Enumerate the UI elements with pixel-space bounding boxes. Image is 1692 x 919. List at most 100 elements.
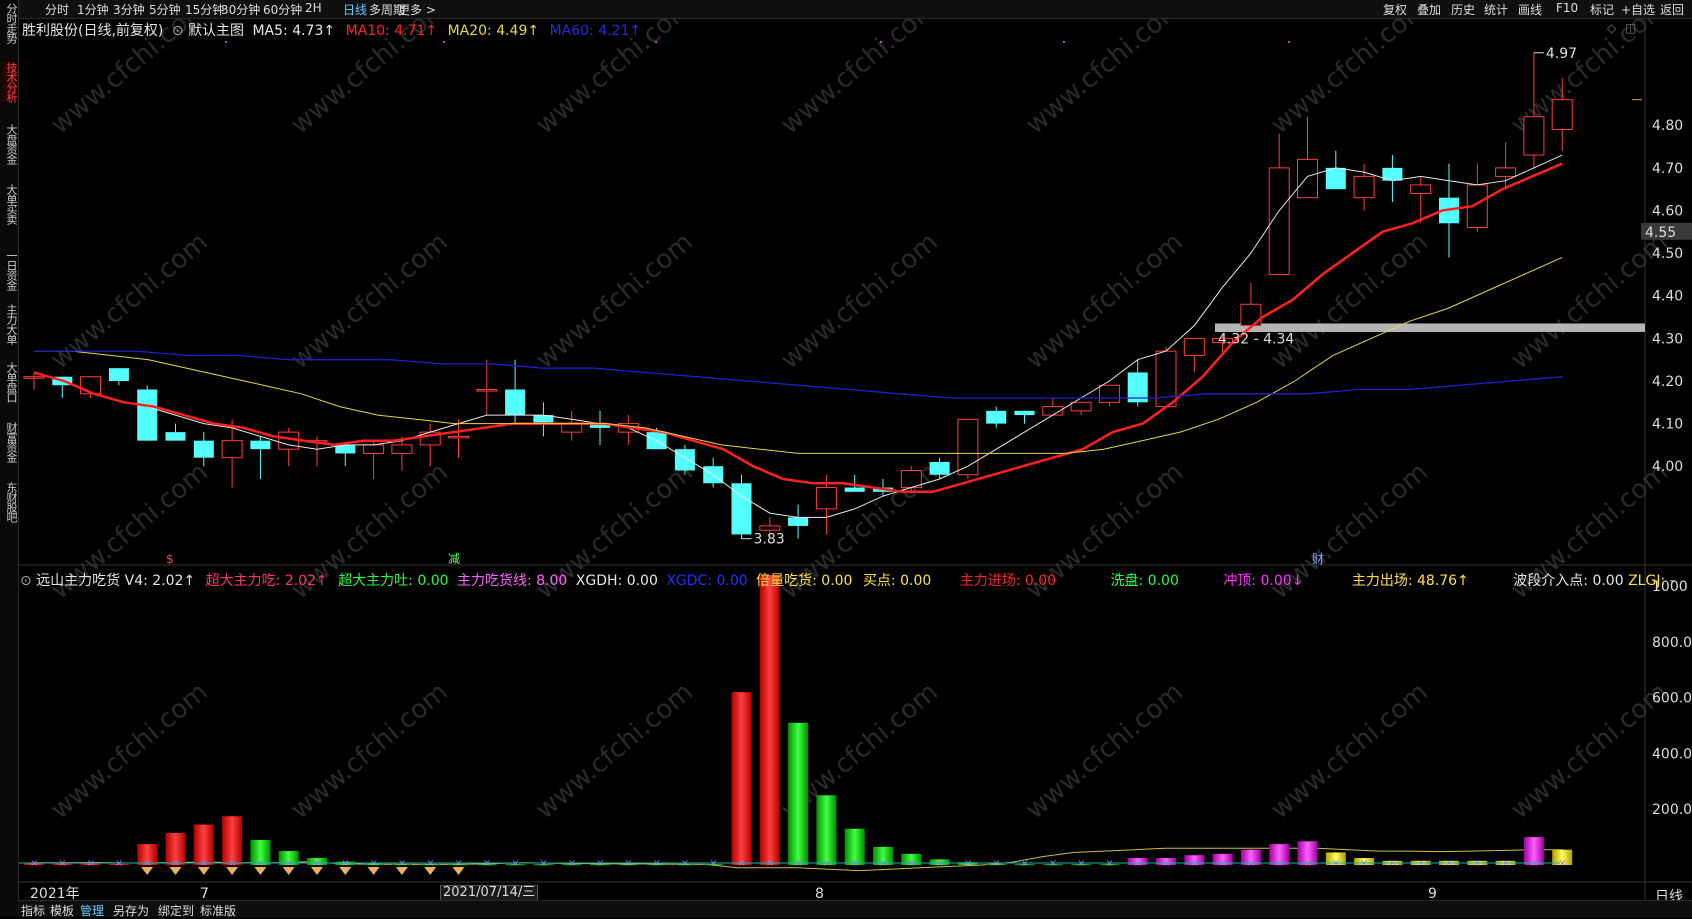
bei-liang-value: 倍量吃货: 0.00: [756, 573, 853, 589]
ma5-label: MA5: 4.73↑: [252, 23, 336, 39]
price-tick: 4.50: [1652, 246, 1683, 262]
candle: [788, 504, 809, 539]
watermark-layer: www.cfchi.com www.cfchi.com www.cfchi.com w…: [45, 0, 1674, 825]
candle: [1466, 163, 1488, 232]
candle-body: [1551, 99, 1573, 131]
candle-body: [137, 389, 158, 441]
signal-dot: [880, 41, 882, 43]
kline-chart[interactable]: www.cfchi.com www.cfchi.com www.cfchi.com w…: [0, 0, 1692, 916]
candle: [1042, 398, 1064, 416]
timeframe-1[interactable]: 1分钟: [77, 1, 109, 18]
bottom-tab-5[interactable]: 标准版: [200, 902, 236, 919]
sidebar-item-6[interactable]: 大单盘口: [1, 362, 18, 402]
ma60-label: MA60: 4.21↑: [549, 23, 642, 39]
chi-huo-xian-value: 主力吃货线: 8.00: [456, 573, 568, 589]
timeframe-4[interactable]: 15分钟: [185, 1, 224, 18]
candle: [250, 436, 271, 480]
candle-body: [1495, 167, 1517, 177]
candle-body: [1325, 167, 1346, 190]
candle-body: [505, 389, 526, 416]
toolbar-button-4[interactable]: 画线: [1518, 1, 1542, 18]
candle: [561, 410, 583, 441]
toolbar-button-0[interactable]: 复权: [1383, 1, 1407, 18]
xgdc-value: XGDC: 0.00: [666, 573, 748, 589]
toolbar-button-6[interactable]: 标记: [1590, 1, 1614, 18]
watermark-text: www.cfchi.com: [1265, 0, 1434, 140]
candle-body: [561, 423, 583, 433]
toolbar-button-7[interactable]: +自选: [1621, 1, 1655, 18]
chart-name[interactable]: 默认主图: [188, 23, 244, 39]
candle-body: [23, 376, 45, 379]
timeframe-0[interactable]: 分时: [45, 1, 69, 18]
price-tick: 4.70: [1652, 161, 1683, 177]
candle-body: [674, 449, 695, 471]
watermark-text: www.cfchi.com: [1505, 227, 1674, 375]
sidebar-item-1[interactable]: 技术分析: [1, 62, 18, 102]
indicator-bar: [759, 575, 780, 865]
candle-body: [193, 440, 214, 458]
sidebar-item-8[interactable]: 东财股吧: [1, 482, 18, 522]
volume-tick: 200.0: [1652, 802, 1692, 818]
candle-body: [108, 368, 129, 381]
candle: [448, 419, 469, 458]
indicator-bars: × × × × × × × × × × × × × × × × × × × × × × × × × × × × × × × × × × × × × × × ×…: [18, 575, 1573, 875]
watermark-text: www.cfchi.com: [285, 227, 454, 375]
toolbar-button-1[interactable]: 叠加: [1417, 1, 1441, 18]
signal-dot: [1288, 41, 1290, 43]
sidebar-item-0[interactable]: 分时走势: [1, 3, 18, 43]
timeframe-2[interactable]: 3分钟: [113, 1, 145, 18]
sidebar-item-2[interactable]: 大盘资金: [1, 124, 18, 164]
left-sidebar: 分时走势技术分析大盘资金大单买卖一日资金主力大单大单盘口财富资金东财股吧: [0, 0, 19, 916]
sidebar-item-3[interactable]: 大单买卖: [1, 184, 18, 224]
zone-label: 4.32 - 4.34: [1218, 331, 1294, 347]
bo-duan-value: 波段介入点: 0.00: [1513, 573, 1624, 589]
timeframe-6[interactable]: 60分钟: [263, 1, 302, 18]
toolbar-button-2[interactable]: 历史: [1451, 1, 1475, 18]
bottom-tab-2[interactable]: 管理: [80, 902, 104, 919]
timeframe-8[interactable]: 日线: [343, 1, 367, 18]
candle-body: [221, 440, 243, 459]
indicator-legend: ⊙ 远山主力吃货 V4: 2.02↑ 超大主力吃: 2.02↑ 超大主力吐: 0…: [20, 570, 1675, 590]
timeframe-10[interactable]: 更多 >: [398, 1, 436, 18]
candle: [957, 418, 979, 480]
panel-diamond-icon[interactable]: ◇: [1607, 21, 1616, 35]
timeframe-5[interactable]: 30分钟: [221, 1, 260, 18]
candle: [363, 440, 385, 480]
candle: [1240, 282, 1262, 327]
bottom-tab-3[interactable]: 另存为: [113, 902, 149, 919]
watermark-text: www.cfchi.com: [1265, 677, 1434, 825]
candle-body: [929, 461, 950, 475]
candle-body: [1098, 384, 1120, 403]
chart-settings-icon[interactable]: ⊙: [172, 23, 184, 39]
chao-da-chi-value: 超大主力吃: 2.02↑: [205, 573, 328, 589]
candle-body: [815, 487, 837, 510]
timeframe-3[interactable]: 5分钟: [149, 1, 181, 18]
toolbar-button-8[interactable]: 返回: [1660, 1, 1684, 18]
candle: [476, 359, 498, 416]
volume-tick: 600.0: [1652, 691, 1692, 707]
toolbar-button-5[interactable]: F10: [1556, 1, 1578, 15]
panel-maximize-icon[interactable]: ◫: [1625, 21, 1636, 35]
sidebar-item-5[interactable]: 主力大单: [1, 304, 18, 344]
mai-dian-value: 买点: 0.00: [862, 573, 932, 589]
toolbar-button-3[interactable]: 统计: [1484, 1, 1508, 18]
candle-body: [788, 517, 809, 526]
watermark-text: www.cfchi.com: [1020, 677, 1189, 825]
signal-dot: [655, 41, 657, 43]
sidebar-item-4[interactable]: 一日资金: [1, 250, 18, 290]
bottom-tab-4[interactable]: 绑定到: [158, 902, 194, 919]
indicator-name[interactable]: 远山主力吃货: [36, 573, 120, 589]
price-tick: 4.10: [1652, 417, 1683, 433]
timeframe-7[interactable]: 2H: [305, 1, 322, 15]
candle: [1014, 410, 1035, 424]
bottom-tab-1[interactable]: 模板: [50, 902, 74, 919]
candle: [533, 402, 554, 437]
indicator-settings-icon[interactable]: ⊙: [20, 573, 32, 589]
sidebar-item-7[interactable]: 财富资金: [1, 422, 18, 462]
signal-dot: [225, 41, 227, 43]
price-tick: 4.40: [1652, 289, 1683, 305]
candle: [703, 457, 724, 488]
stock-title[interactable]: 胜利股份(日线,前复权): [22, 23, 163, 39]
bottom-tab-0[interactable]: 指标: [21, 902, 45, 919]
candle-body: [1183, 337, 1205, 356]
